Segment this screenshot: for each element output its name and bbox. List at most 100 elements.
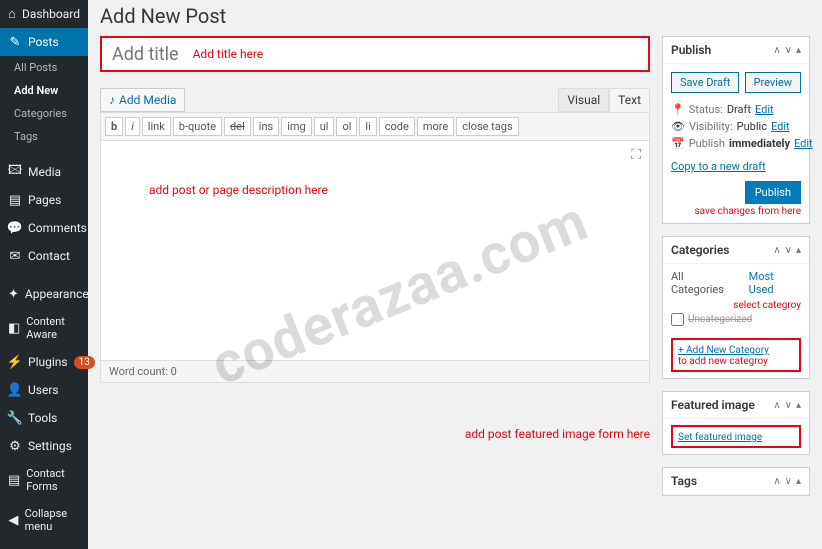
cat-item-label: Uncategorized [688,314,752,325]
tags-title: Tags [671,474,697,488]
media-btn-label: Add Media [119,93,176,107]
cat-tab-most[interactable]: Most Used [749,270,801,296]
tb-b[interactable]: b [105,117,123,136]
save-draft-button[interactable]: Save Draft [671,72,739,93]
sidebar-item-contact[interactable]: ✉Contact [0,242,88,270]
chevron-down-icon[interactable]: ∨ [785,400,792,411]
sidebar-label: Content Aware [26,315,80,341]
sidebar-label: Contact [28,249,70,263]
fullscreen-icon[interactable]: ⛶ [631,147,641,163]
tb-ul[interactable]: ul [314,117,335,136]
tools-icon: 🔧 [8,411,22,425]
main-content: Add New Post Add title Add title here ♪ A… [88,0,822,549]
editor-toolbar: b i link b-quote del ins img ul ol li co… [100,112,650,141]
sidebar-sub-tags[interactable]: Tags [0,125,88,148]
copy-draft-link[interactable]: Copy to a new draft [671,160,766,173]
sidebar-label: Pages [28,193,61,207]
sidebar-item-comments[interactable]: 💬Comments [0,214,88,242]
post-title-wrap: Add title Add title here [100,36,650,72]
sidebar-label: Dashboard [22,7,80,21]
editor-body[interactable]: ⛶ add post or page description here [100,141,650,361]
toggle-icon[interactable]: ▴ [796,245,801,256]
publish-button[interactable]: Publish [745,181,801,204]
tb-code[interactable]: code [379,117,415,136]
sidebar-collapse[interactable]: ◀ Collapse menu [0,500,88,540]
media-btn-icon: ♪ [109,93,115,107]
edit-status[interactable]: Edit [755,103,774,116]
tb-link[interactable]: link [142,117,171,136]
sidebar-label: Tools [28,411,57,425]
post-title-input[interactable]: Add title [112,44,179,65]
tb-closetags[interactable]: close tags [456,117,518,136]
editor-tab-text[interactable]: Text [609,88,650,112]
sidebar-item-contact-forms[interactable]: ▤Contact Forms [0,460,88,500]
sidebar-item-plugins[interactable]: ⚡Plugins13 [0,348,88,376]
add-category-link[interactable]: + Add New Category [678,345,769,356]
featured-image-box: Featured image ∧ ∨ ▴ Set featured image [662,391,810,455]
preview-button[interactable]: Preview [745,72,801,93]
tb-li[interactable]: li [359,117,376,136]
toggle-icon[interactable]: ▴ [796,400,801,411]
edit-date[interactable]: Edit [794,137,813,150]
tb-ol[interactable]: ol [336,117,357,136]
sidebar-sub-categories[interactable]: Categories [0,102,88,125]
sidebar-item-settings[interactable]: ⚙ Settings [0,432,88,460]
chevron-down-icon[interactable]: ∨ [785,245,792,256]
page-title: Add New Post [100,0,810,36]
chevron-up-icon[interactable]: ∧ [773,476,780,487]
tb-ins[interactable]: ins [253,117,279,136]
featured-title: Featured image [671,398,755,412]
chevron-down-icon[interactable]: ∨ [785,45,792,56]
status-value: Draft [727,103,751,116]
sidebar-item-pages[interactable]: ▤ Pages [0,186,88,214]
status-label: Status: [689,103,723,116]
tb-bquote[interactable]: b-quote [173,117,222,136]
sidebar-sub-add-new[interactable]: Add New [0,79,88,102]
sidebar-label: Appearance [25,287,89,301]
toggle-icon[interactable]: ▴ [796,45,801,56]
dashboard-icon: ⌂ [8,7,16,21]
tb-i[interactable]: i [125,117,140,136]
admin-sidebar: ⌂ Dashboard ✎Posts All Posts Add New Cate… [0,0,88,549]
categories-box: Categories∧∨▴ All CategoriesMost Used se… [662,236,810,379]
cat-add-annotation: to add new categroy [678,356,794,367]
chevron-up-icon[interactable]: ∧ [773,400,780,411]
editor-statusbar: Word count: 0 [100,361,650,383]
sidebar-item-dashboard[interactable]: ⌂ Dashboard [0,0,88,28]
chevron-up-icon[interactable]: ∧ [773,245,780,256]
chevron-up-icon[interactable]: ∧ [773,45,780,56]
add-media-button[interactable]: ♪ Add Media [100,88,185,112]
sidebar-label: Collapse menu [25,507,80,533]
set-featured-link[interactable]: Set featured image [678,432,762,443]
sidebar-label: Settings [28,439,72,453]
pages-icon: ▤ [8,193,22,207]
sidebar-item-content-aware[interactable]: ◧ Content Aware [0,308,88,348]
cat-checkbox[interactable] [671,313,684,326]
comments-icon: 💬 [8,221,22,235]
tb-del[interactable]: del [224,117,251,136]
tags-box: Tags ∧ ∨ ▴ [662,467,810,496]
publish-box: Publish ∧ ∨ ▴ Save Draft Preview 📍 Status: D… [662,36,810,224]
title-annotation: Add title here [193,47,264,61]
tb-more[interactable]: more [417,117,454,136]
settings-icon: ⚙ [8,439,22,453]
toggle-icon[interactable]: ▴ [796,476,801,487]
content-aware-icon: ◧ [8,321,20,335]
pin-icon: 📍 [671,103,685,116]
edit-visibility[interactable]: Edit [771,120,790,133]
chevron-down-icon[interactable]: ∨ [785,476,792,487]
sidebar-item-posts[interactable]: ✎Posts [0,28,88,56]
sidebar-item-users[interactable]: 👤Users [0,376,88,404]
sidebar-item-appearance[interactable]: ✦Appearance [0,280,88,308]
sidebar-label: Posts [28,35,59,49]
categories-title: Categories [671,243,729,257]
sidebar-item-media[interactable]: 🖾Media [0,158,88,186]
tb-img[interactable]: img [281,117,312,136]
eye-icon: 👁 [671,120,685,133]
sidebar-sub-all-posts[interactable]: All Posts [0,56,88,79]
media-icon: 🖾 [8,165,22,179]
sidebar-item-tools[interactable]: 🔧 Tools [0,404,88,432]
editor-tab-visual[interactable]: Visual [558,88,609,112]
cat-tab-all[interactable]: All Categories [671,270,739,296]
collapse-icon: ◀ [8,513,19,527]
